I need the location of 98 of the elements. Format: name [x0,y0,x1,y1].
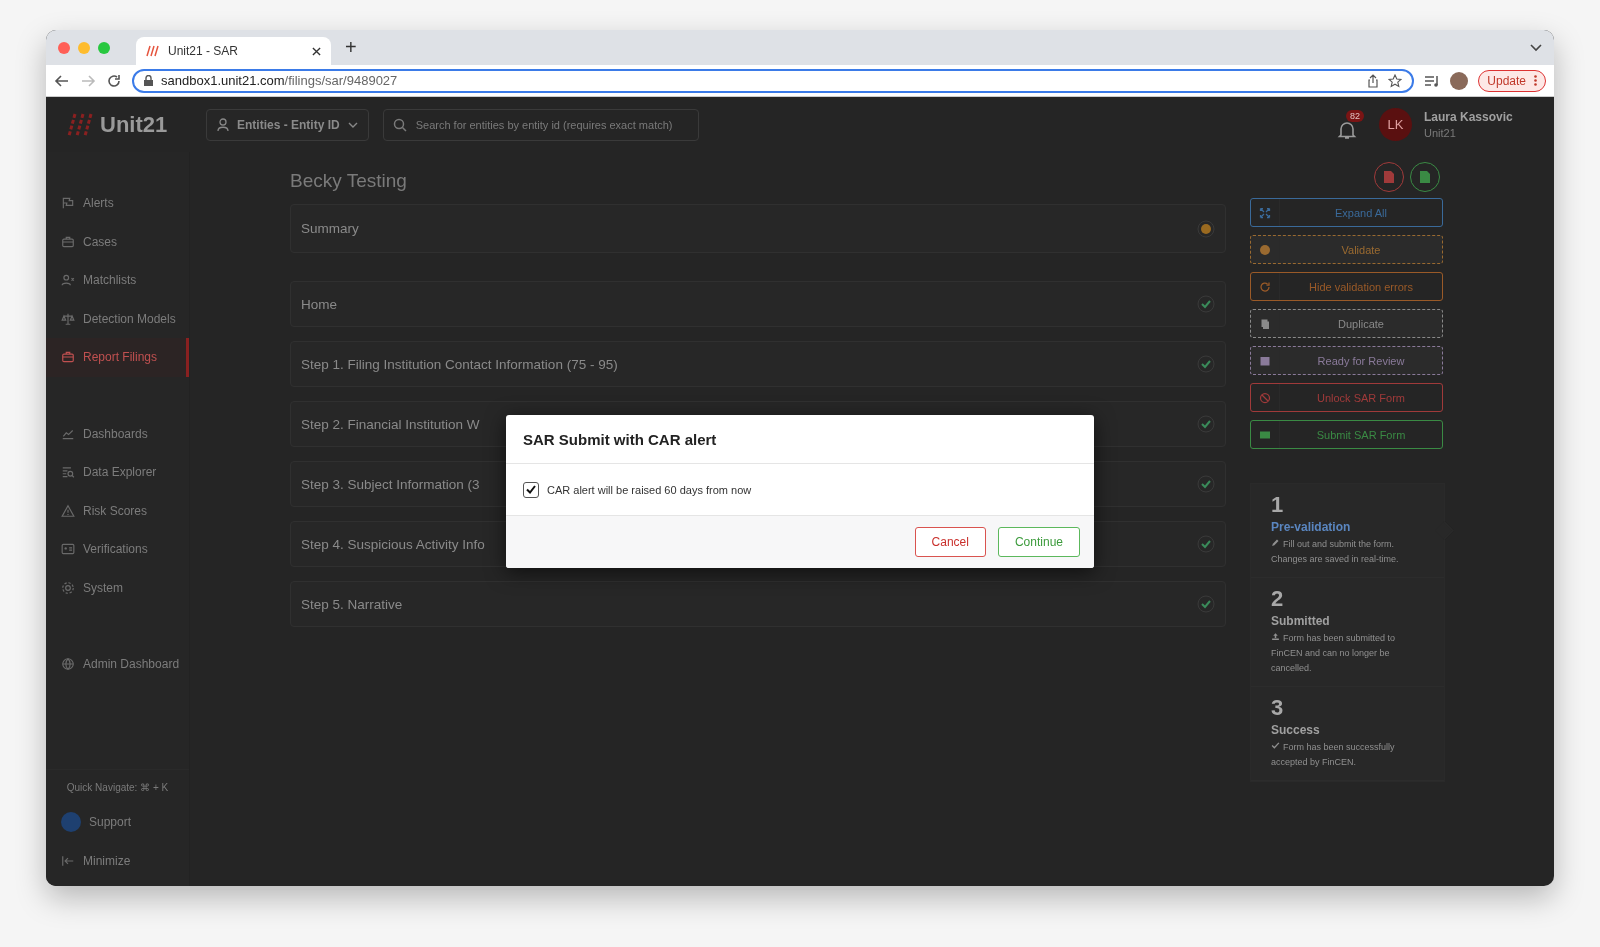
sidebar-item[interactable]: Detection Models [46,299,189,338]
step-title: Submitted [1271,614,1331,628]
sidebar-item[interactable]: Data Explorer [46,453,189,492]
section-title: Summary [301,221,359,236]
user-name: Laura Kassovic [1424,110,1514,124]
section-title: Step 3. Subject Information (3 [301,476,480,492]
user-organization: Unit21 [1424,127,1457,139]
sidebar-item[interactable]: Report Filings [46,338,189,377]
globe-icon [61,657,75,672]
more-icon[interactable] [1534,75,1537,86]
star-icon[interactable] [1388,73,1403,88]
notification-badge: 82 [1346,109,1364,122]
warning-icon [61,503,75,518]
sidebar-item[interactable]: Alerts [46,184,189,223]
reading-list-icon[interactable] [1424,73,1441,88]
close-icon[interactable] [312,46,321,56]
back-icon[interactable] [54,72,70,89]
search-icon [392,117,407,132]
action-button[interactable]: Expand All [1250,198,1443,227]
collapse-icon [61,853,75,868]
sidebar-item[interactable]: Dashboards [46,414,189,453]
check-icon [1197,415,1215,433]
update-button[interactable]: Update [1478,69,1546,92]
sidebar-item[interactable]: System [46,568,189,607]
bell-icon[interactable] [1337,119,1357,140]
section-title: Step 4. Suspicious Activity Info [301,536,485,552]
check-icon [1197,355,1215,373]
check-icon [1197,295,1215,313]
pencil-icon [1271,538,1280,547]
address-bar[interactable]: sandbox1.unit21.com/filings/sar/9489027 [132,68,1415,93]
reload-icon[interactable] [106,72,122,89]
section-row[interactable]: Step 1. Filing Institution Contact Information (75 - 95) [290,341,1226,387]
quick-navigate-hint: Quick Navigate: ⌘ + K [65,782,170,793]
briefcase-icon [61,234,75,249]
sidebar-item[interactable]: Matchlists [46,261,189,300]
section-row[interactable]: Summary [290,204,1226,253]
search-field[interactable]: Search for entities by entity id (requires exact match) [382,108,699,141]
section-row[interactable]: Home [290,281,1226,327]
check-icon [1271,741,1280,750]
caret-icon [347,121,358,128]
check-icon [1197,535,1215,553]
action-button[interactable]: Hide validation errors [1250,272,1443,301]
refresh-icon [1259,280,1271,293]
sidebar-item[interactable]: Risk Scores [46,491,189,530]
list-search-icon [61,465,75,480]
user-avatar[interactable]: LK [1379,108,1412,141]
file-icon [1384,171,1394,183]
lock-icon [144,75,153,86]
logo[interactable]: Unit21 [100,111,168,138]
id-card-icon [61,542,75,557]
minimize-button[interactable]: Minimize [46,841,189,880]
new-tab-button[interactable]: + [339,36,363,59]
slashes-icon [146,45,160,57]
step-description: Fill out and submit the form. Changes are saved in real-time. [1271,537,1400,566]
sidebar-item[interactable]: Admin Dashboard [46,645,189,684]
upload-icon [1271,632,1280,641]
step-number: 2 [1271,586,1285,612]
browser-tab[interactable]: Unit21 - SAR [136,37,331,65]
checkbox[interactable] [523,481,539,498]
dialog-title: SAR Submit with CAR alert [506,415,1094,464]
continue-button[interactable]: Continue [997,527,1080,557]
step-number: 1 [1271,492,1285,518]
flag-icon [61,196,75,211]
check-icon [1197,595,1215,613]
sidebar-item[interactable]: Verifications [46,530,189,569]
action-button[interactable]: Unlock SAR Form [1250,383,1443,412]
step-description: Form has been submitted to FinCEN and can no longer be cancelled. [1271,631,1397,675]
check-icon [1197,475,1215,493]
support-link[interactable]: Support [46,803,189,842]
section-row[interactable]: Step 5. Narrative [290,581,1226,627]
section-title: Step 5. Narrative [301,596,403,612]
url-text: sandbox1.unit21.com/filings/sar/9489027 [161,73,398,88]
step-title: Pre-validation [1271,520,1352,534]
cancel-button[interactable]: Cancel [914,527,986,557]
user-icon [217,118,229,131]
profile-avatar[interactable] [1450,71,1469,90]
entity-dropdown[interactable]: Entities - Entity ID [206,108,369,141]
settings-icon [61,580,75,595]
file-icon [1420,171,1430,183]
section-title: Step 2. Financial Institution W [301,416,480,432]
briefcase-icon [61,350,75,365]
step-description: Form has been successfully accepted by FinCEN. [1271,740,1396,769]
user-icon [61,273,75,288]
page-title: Becky Testing [290,170,408,192]
ban-icon [1259,391,1271,404]
chevron-down-icon[interactable] [1530,43,1542,52]
section-title: Step 1. Filing Institution Contact Information (75 - 95) [301,356,618,372]
action-button[interactable]: Submit SAR Form [1250,420,1443,449]
copy-icon [1259,317,1271,330]
share-icon[interactable] [1366,73,1381,88]
step-number: 3 [1271,695,1285,721]
expand-icon [1259,206,1271,219]
warning-icon [1197,219,1215,238]
sidebar-item[interactable]: Cases [46,222,189,261]
step-title: Success [1271,723,1321,737]
section-title: Home [301,296,337,312]
scale-icon [61,311,75,326]
checkbox-label: CAR alert will be raised 60 days from now [547,483,752,496]
